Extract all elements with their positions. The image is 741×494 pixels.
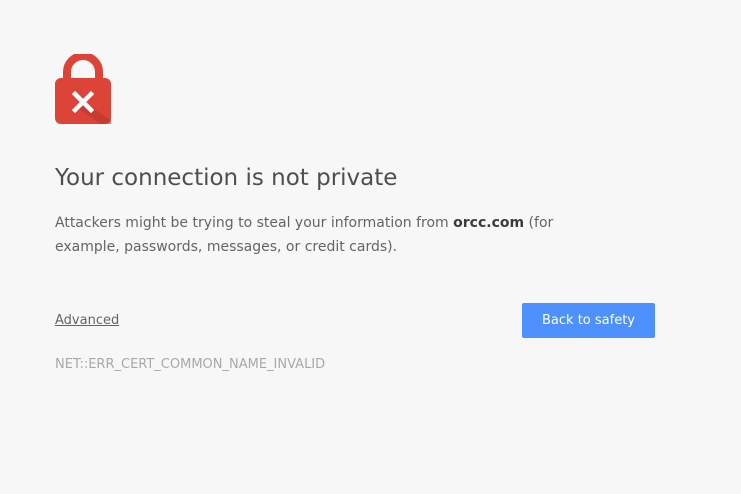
- lock-error-icon: [55, 54, 111, 124]
- page-title: Your connection is not private: [55, 165, 398, 191]
- error-code: NET::ERR_CERT_COMMON_NAME_INVALID: [55, 357, 326, 372]
- explanation-prefix: Attackers might be trying to steal your …: [55, 215, 454, 231]
- back-to-safety-button[interactable]: Back to safety: [522, 303, 655, 338]
- site-domain: orcc.com: [453, 215, 525, 231]
- advanced-link[interactable]: Advanced: [55, 313, 119, 328]
- explanation-paragraph: Attackers might be trying to steal your …: [55, 211, 615, 259]
